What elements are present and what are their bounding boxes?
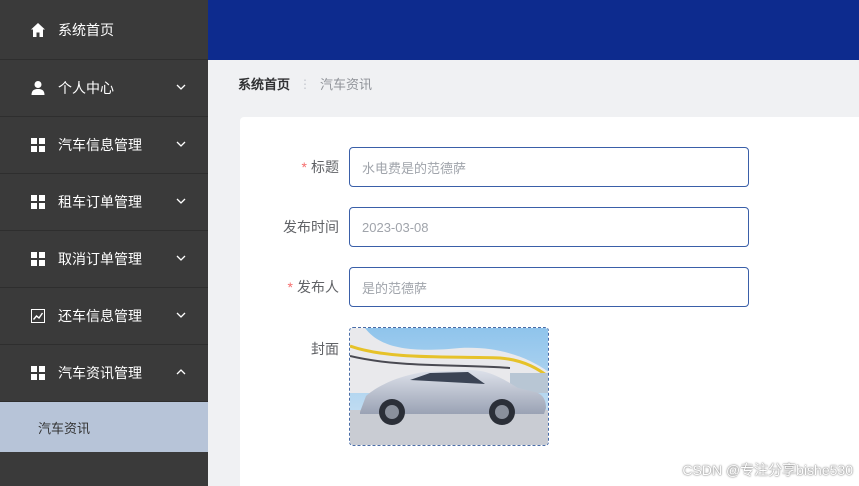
submenu-item-car-news[interactable]: 汽车资讯 bbox=[0, 402, 208, 452]
cover-label: 封面 bbox=[311, 341, 339, 357]
user-icon bbox=[30, 80, 46, 96]
publisher-input[interactable]: 是的范德萨 bbox=[349, 267, 749, 307]
sidebar-item-label: 汽车资讯管理 bbox=[58, 365, 142, 381]
cover-image bbox=[350, 328, 548, 445]
chart-icon bbox=[30, 308, 46, 324]
sidebar-item-label: 系统首页 bbox=[58, 21, 114, 38]
chevron-up-icon bbox=[176, 367, 186, 377]
publish-time-input[interactable]: 2023-03-08 bbox=[349, 207, 749, 247]
form-card: * 标题 水电费是的范德萨 发布时间 2023-03-08 * 发布人 是的范德萨 … bbox=[240, 117, 859, 486]
breadcrumb-current: 汽车资讯 bbox=[320, 77, 373, 92]
grid-icon bbox=[30, 194, 46, 210]
publisher-label: * 发布人 bbox=[287, 279, 339, 295]
required-asterisk: * bbox=[287, 279, 293, 295]
sidebar-item-label: 还车信息管理 bbox=[58, 308, 142, 324]
title-label: * 标题 bbox=[301, 159, 339, 175]
form-row-publisher: * 发布人 是的范德萨 bbox=[240, 267, 749, 307]
sidebar-item-return-info[interactable]: 还车信息管理 bbox=[0, 288, 208, 345]
watermark: CSDN @专注分享bishe530 bbox=[682, 462, 853, 478]
sidebar-item-home[interactable]: 系统首页 bbox=[0, 0, 208, 60]
required-asterisk: * bbox=[301, 159, 307, 175]
sidebar-item-rental-orders[interactable]: 租车订单管理 bbox=[0, 174, 208, 231]
grid-icon bbox=[30, 365, 46, 381]
breadcrumb: 系统首页 ⋮ 汽车资讯 bbox=[238, 74, 372, 93]
chevron-down-icon bbox=[176, 310, 186, 320]
top-header-bar bbox=[208, 0, 859, 60]
submenu-item-label: 汽车资讯 bbox=[38, 420, 91, 436]
cover-image-upload[interactable] bbox=[349, 327, 549, 446]
home-icon bbox=[30, 22, 46, 38]
sidebar-item-cancel-orders[interactable]: 取消订单管理 bbox=[0, 231, 208, 288]
chevron-down-icon bbox=[176, 139, 186, 149]
sidebar-item-personal-center[interactable]: 个人中心 bbox=[0, 60, 208, 117]
grid-icon bbox=[30, 137, 46, 153]
chevron-down-icon bbox=[176, 82, 186, 92]
sidebar-item-car-news[interactable]: 汽车资讯管理 bbox=[0, 345, 208, 402]
sidebar-item-label: 取消订单管理 bbox=[58, 251, 142, 267]
chevron-down-icon bbox=[176, 253, 186, 263]
publish-time-label: 发布时间 bbox=[283, 219, 339, 235]
sidebar-item-car-info[interactable]: 汽车信息管理 bbox=[0, 117, 208, 174]
grid-icon bbox=[30, 251, 46, 267]
form-row-title: * 标题 水电费是的范德萨 bbox=[240, 147, 749, 187]
form-row-publish-time: 发布时间 2023-03-08 bbox=[240, 207, 749, 247]
sidebar-item-label: 个人中心 bbox=[58, 80, 114, 96]
title-input[interactable]: 水电费是的范德萨 bbox=[349, 147, 749, 187]
chevron-down-icon bbox=[176, 196, 186, 206]
breadcrumb-home[interactable]: 系统首页 bbox=[238, 74, 290, 93]
breadcrumb-separator: ⋮ bbox=[299, 76, 312, 91]
sidebar-item-label: 租车订单管理 bbox=[58, 194, 142, 210]
sidebar: 系统首页 个人中心 汽车信息管理 租车订单管理 取消订单管理 还车信息管理 汽车… bbox=[0, 0, 208, 486]
sidebar-item-label: 汽车信息管理 bbox=[58, 137, 142, 153]
